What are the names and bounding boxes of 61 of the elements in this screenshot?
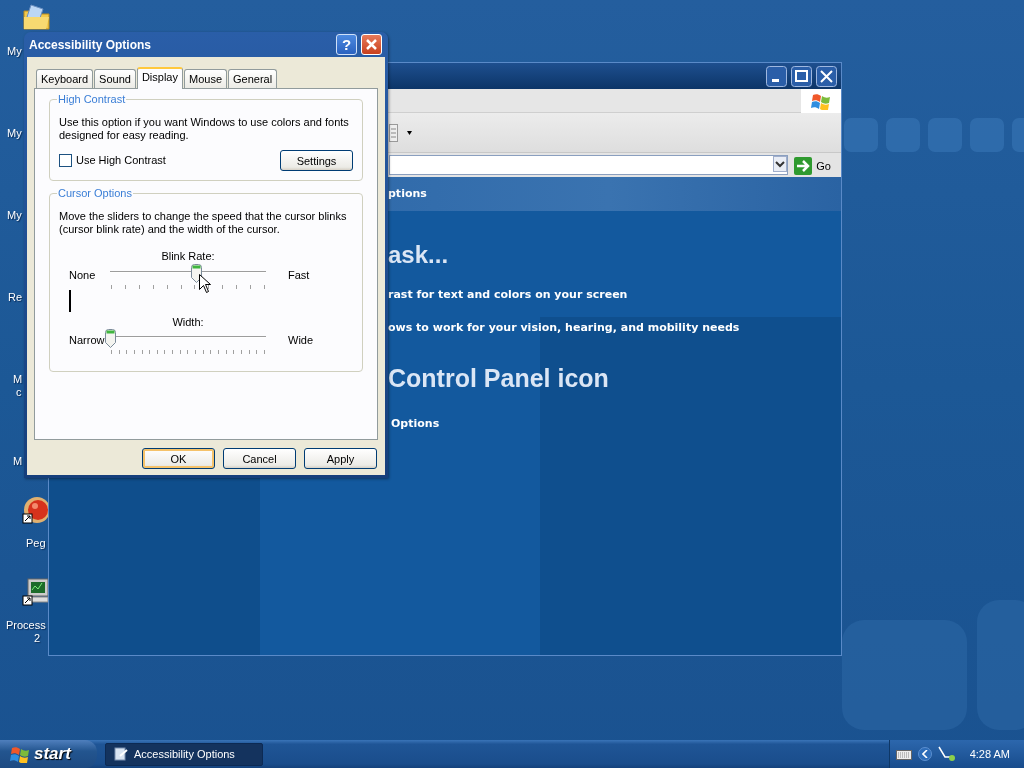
task-link[interactable]: ows to work for your vision, hearing, and mobility needs	[388, 320, 740, 334]
flag-logo-icon[interactable]	[10, 745, 30, 763]
desktop-icon-label[interactable]: My	[7, 209, 22, 222]
window-icon[interactable]	[114, 747, 128, 761]
task-link[interactable]: rast for text and colors on your screen	[388, 288, 628, 301]
folder-icon[interactable]	[22, 3, 52, 33]
description-text: Move the sliders to change the speed that the cursor blinks (cursor blink rate) and the width of the cursor.	[59, 210, 348, 236]
checkbox-label[interactable]: Use High Contrast	[76, 152, 166, 169]
tab[interactable]: General	[228, 69, 278, 88]
dialog-button[interactable]: Apply	[304, 448, 377, 469]
desktop-icon-label[interactable]: Peg	[26, 537, 46, 550]
settings-button[interactable]: Settings	[280, 150, 353, 171]
section-heading: Control Panel icon	[388, 364, 609, 392]
network-icon[interactable]	[937, 746, 956, 762]
taskbar-button[interactable]: Accessibility Options	[105, 742, 263, 766]
desktop-icon-label[interactable]: c	[16, 386, 22, 399]
cursor-preview-drawing	[69, 289, 71, 312]
slider-max-label: Wide	[288, 334, 314, 346]
desktop-icon-label[interactable]: M	[13, 373, 23, 386]
caret-icon[interactable]	[407, 130, 412, 135]
slider-min-label: Narrow	[69, 334, 105, 346]
close-button[interactable]	[816, 65, 837, 87]
maximize-button[interactable]	[791, 65, 812, 87]
views-icon[interactable]	[389, 123, 398, 142]
desktop-icon-label[interactable]: 2	[34, 632, 41, 645]
slider-thumb[interactable]	[105, 329, 116, 348]
control-panel-link[interactable]: Options	[391, 416, 440, 430]
group-legend: Cursor Options	[57, 186, 133, 200]
desktop-icon-label[interactable]: My	[7, 127, 22, 140]
dialog-button[interactable]: Cancel	[223, 448, 296, 469]
slider-label: Width:	[172, 315, 204, 328]
mouse-pointer-icon	[199, 274, 211, 293]
chevron-left-icon[interactable]	[921, 750, 928, 758]
slider-label: Blink Rate:	[161, 250, 215, 262]
flag-logo-icon	[811, 92, 831, 110]
go-button[interactable]: Go	[792, 157, 837, 175]
help-button[interactable]: ?	[336, 34, 357, 55]
slider-max-label: Fast	[288, 268, 310, 281]
minimize-button[interactable]	[766, 65, 787, 87]
desktop-icon-label[interactable]: Re	[8, 291, 23, 304]
tab[interactable]: Keyboard	[36, 69, 94, 88]
group-legend: High Contrast	[57, 92, 127, 106]
panel-header: ptions	[388, 187, 427, 200]
keyboard-icon[interactable]	[895, 748, 912, 760]
start-button[interactable]: start	[0, 740, 97, 768]
desktop-icon-label[interactable]: Process	[6, 619, 46, 632]
go-arrow-icon[interactable]	[794, 157, 813, 175]
section-heading: ask...	[388, 240, 450, 270]
show-hidden-icons-button[interactable]	[917, 747, 932, 761]
description-text: Use this option if you want Windows to use colors and fonts designed for easy reading.	[59, 116, 350, 142]
tab[interactable]: Display	[136, 67, 183, 89]
checkbox[interactable]	[59, 154, 72, 167]
dialog-button[interactable]: OK	[142, 448, 215, 469]
desktop-icon-label[interactable]: My	[7, 45, 22, 58]
window-title: Accessibility Options	[29, 36, 152, 54]
desktop-icon-label[interactable]: M	[13, 455, 23, 468]
clock[interactable]: 4:28 AM	[969, 745, 1010, 763]
tab[interactable]: Sound	[94, 69, 136, 88]
address-field[interactable]	[389, 155, 789, 175]
tab[interactable]: Mouse	[184, 69, 227, 88]
slider-min-label: None	[69, 268, 96, 281]
